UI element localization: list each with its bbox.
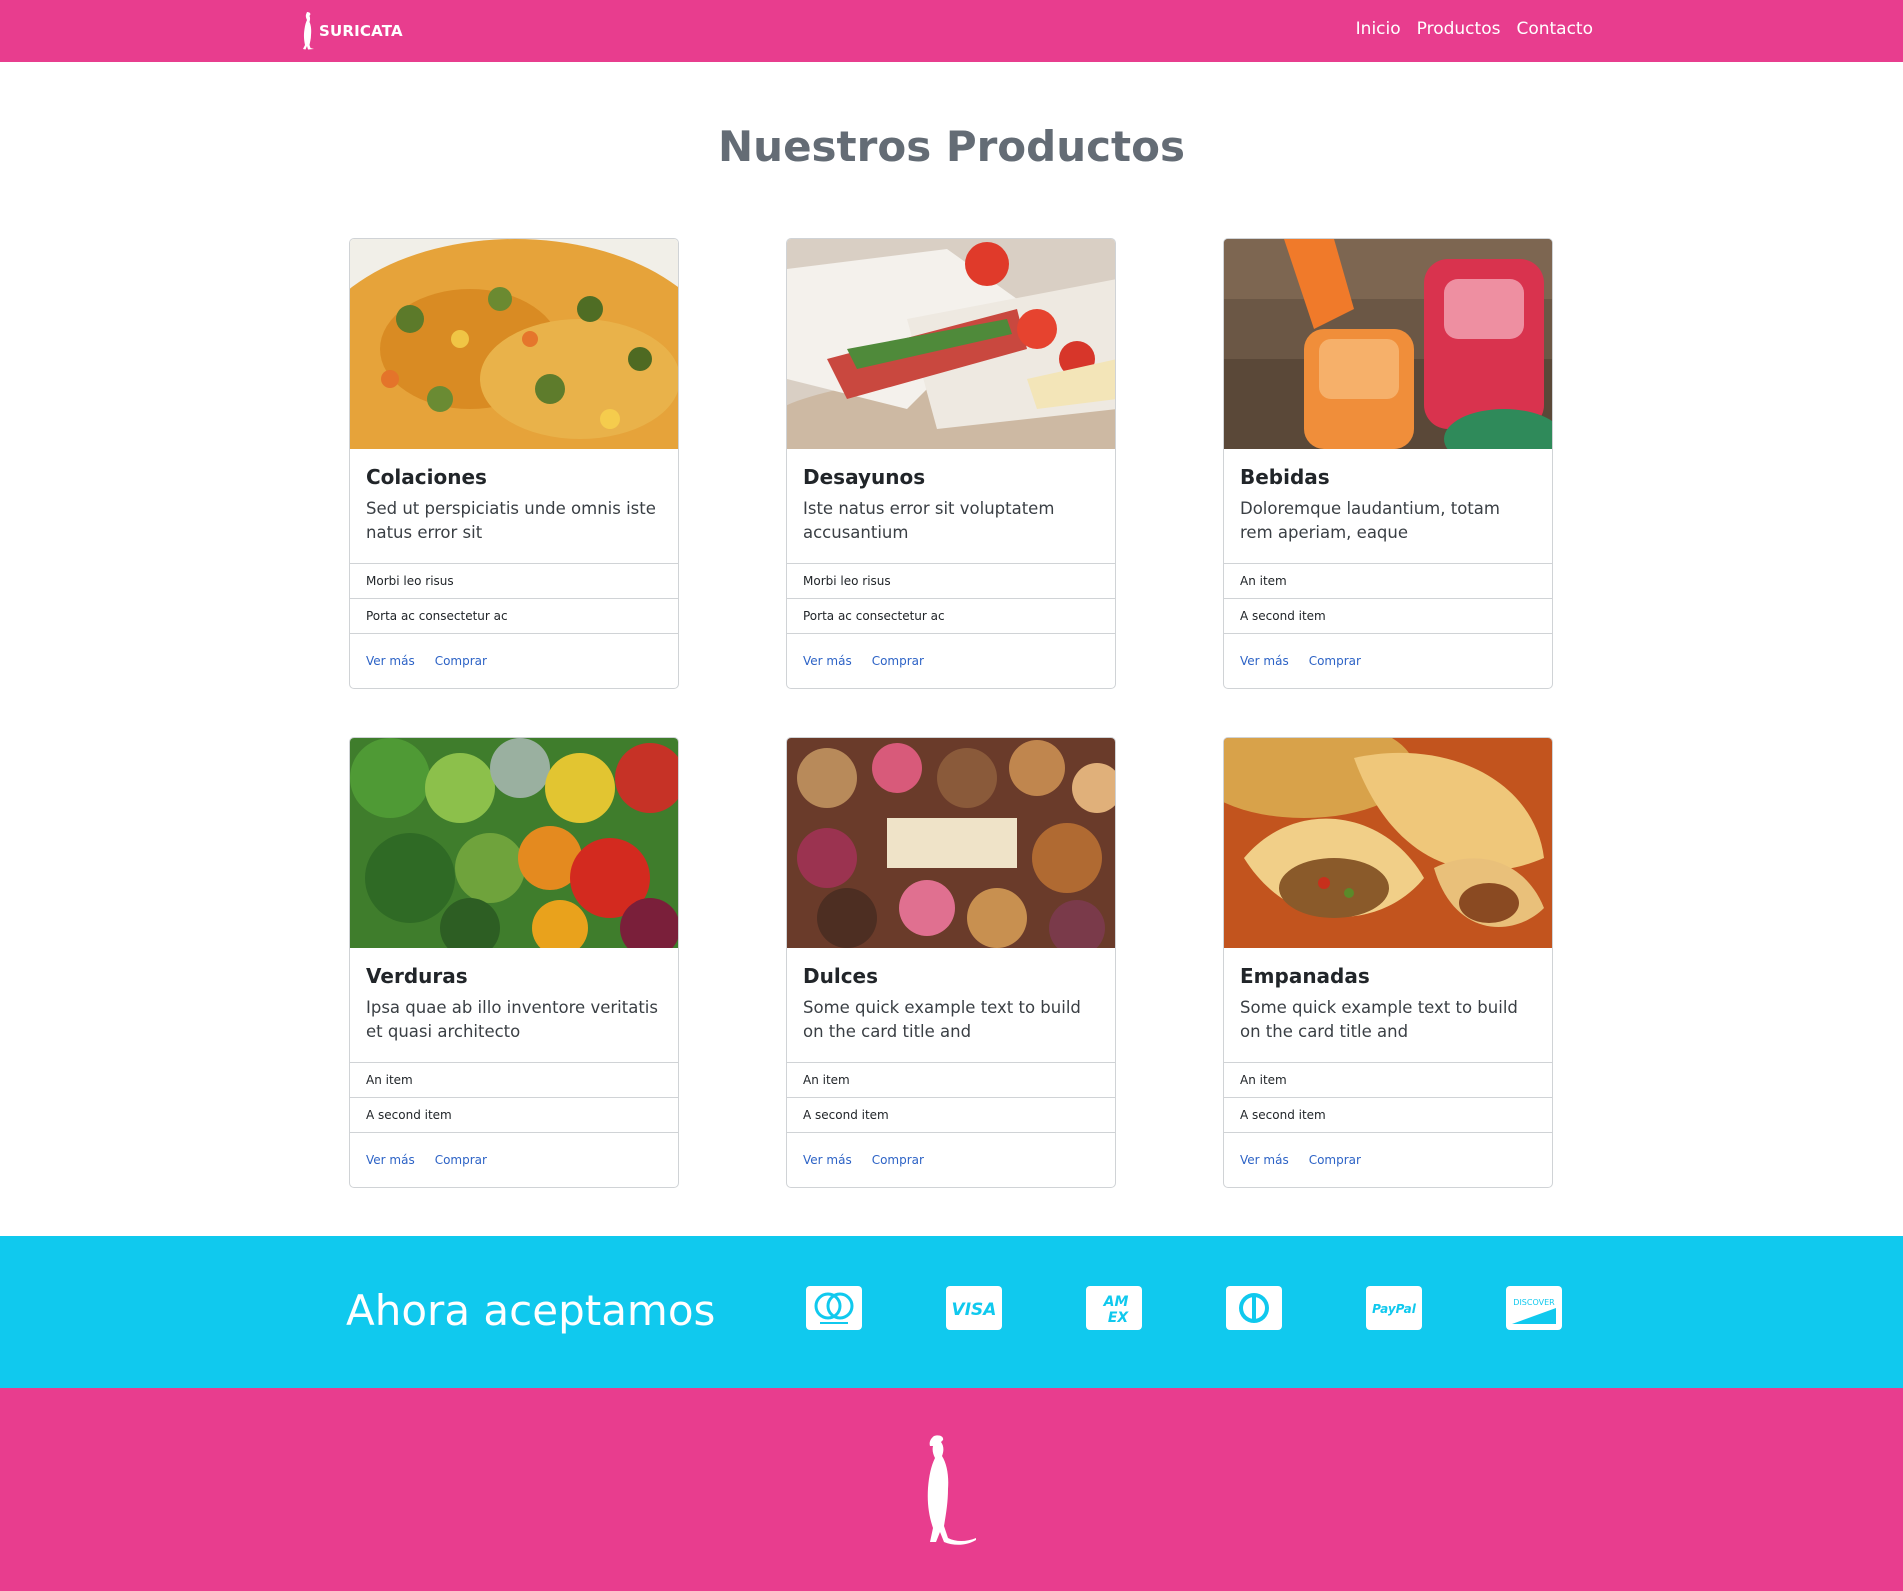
card-text: Some quick example text to build on the … [1240, 998, 1518, 1041]
card-title: Empanadas [1240, 964, 1370, 988]
list-item: Porta ac consectetur ac [350, 599, 678, 634]
mastercard-icon [806, 1286, 862, 1330]
page-title: Nuestros Productos [718, 122, 1185, 171]
comprar-link[interactable]: Comprar [1309, 1153, 1361, 1167]
card-text: Ipsa quae ab illo inventore veritatis et… [366, 998, 658, 1041]
svg-text:DISCOVER: DISCOVER [1513, 1298, 1555, 1307]
svg-text:PayPal: PayPal [1372, 1302, 1417, 1316]
ver-mas-link[interactable]: Ver más [366, 1153, 415, 1167]
list-item: An item [350, 1063, 678, 1098]
brand-logo[interactable]: SURICATA [302, 10, 403, 52]
payment-icons: VISA AM EX PayPal DISCOVER [806, 1286, 1562, 1330]
card-list: An item A second item [350, 1062, 678, 1133]
comprar-link[interactable]: Comprar [872, 654, 924, 668]
card-image-desayunos [787, 239, 1115, 449]
card-list: Morbi leo risus Porta ac consectetur ac [787, 563, 1115, 634]
visa-icon: VISA [946, 1286, 1002, 1330]
brand-name: SURICATA [319, 22, 403, 40]
product-card-bebidas: Bebidas Doloremque laudantium, totam rem… [1223, 238, 1553, 689]
list-item: An item [787, 1063, 1115, 1098]
ver-mas-link[interactable]: Ver más [366, 654, 415, 668]
nav-inicio[interactable]: Inicio [1356, 19, 1401, 39]
list-item: Morbi leo risus [350, 564, 678, 599]
list-item: A second item [350, 1098, 678, 1133]
ver-mas-link[interactable]: Ver más [1240, 1153, 1289, 1167]
list-item: A second item [1224, 599, 1552, 634]
card-image-bebidas [1224, 239, 1552, 449]
card-image-colaciones [350, 239, 678, 449]
comprar-link[interactable]: Comprar [1309, 654, 1361, 668]
card-title: Verduras [366, 964, 468, 988]
list-item: A second item [1224, 1098, 1552, 1133]
list-item: An item [1224, 564, 1552, 599]
nav-productos[interactable]: Productos [1417, 19, 1501, 39]
footer [0, 1388, 1903, 1591]
card-list: Morbi leo risus Porta ac consectetur ac [350, 563, 678, 634]
product-card-verduras: Verduras Ipsa quae ab illo inventore ver… [349, 737, 679, 1188]
meerkat-icon [303, 12, 314, 50]
list-item: An item [1224, 1063, 1552, 1098]
meerkat-icon [927, 1435, 976, 1545]
ver-mas-link[interactable]: Ver más [1240, 654, 1289, 668]
card-title: Desayunos [803, 465, 926, 489]
card-title: Colaciones [366, 465, 487, 489]
product-grid: Colaciones Sed ut perspiciatis unde omni… [349, 238, 1554, 1188]
card-text: Sed ut perspiciatis unde omnis iste natu… [366, 499, 656, 542]
list-item: Porta ac consectetur ac [787, 599, 1115, 634]
card-text: Doloremque laudantium, totam rem aperiam… [1240, 499, 1500, 542]
product-card-colaciones: Colaciones Sed ut perspiciatis unde omni… [349, 238, 679, 689]
product-card-dulces: Dulces Some quick example text to build … [786, 737, 1116, 1188]
card-list: An item A second item [1224, 1062, 1552, 1133]
card-image-empanadas [1224, 738, 1552, 948]
payments-title: Ahora aceptamos [346, 1286, 716, 1335]
card-list: An item A second item [787, 1062, 1115, 1133]
svg-text:VISA: VISA [952, 1300, 997, 1320]
card-image-verduras [350, 738, 678, 948]
comprar-link[interactable]: Comprar [872, 1153, 924, 1167]
diners-icon [1226, 1286, 1282, 1330]
paypal-icon: PayPal [1366, 1286, 1422, 1330]
card-title: Dulces [803, 964, 879, 988]
svg-text:EX: EX [1108, 1310, 1130, 1326]
discover-icon: DISCOVER [1506, 1286, 1562, 1330]
svg-text:AM: AM [1103, 1294, 1129, 1310]
comprar-link[interactable]: Comprar [435, 654, 487, 668]
amex-icon: AM EX [1086, 1286, 1142, 1330]
main-nav: Inicio Productos Contacto [1356, 19, 1593, 39]
navbar: SURICATA Inicio Productos Contacto [0, 0, 1903, 62]
list-item: A second item [787, 1098, 1115, 1133]
card-title: Bebidas [1240, 465, 1330, 489]
payments-section: Ahora aceptamos VISA AM EX PayPal DISCOV… [0, 1236, 1903, 1388]
card-list: An item A second item [1224, 563, 1552, 634]
nav-contacto[interactable]: Contacto [1516, 19, 1593, 39]
product-card-desayunos: Desayunos Iste natus error sit voluptate… [786, 238, 1116, 689]
card-text: Iste natus error sit voluptatem accusant… [803, 499, 1055, 542]
comprar-link[interactable]: Comprar [435, 1153, 487, 1167]
card-text: Some quick example text to build on the … [803, 998, 1081, 1041]
card-image-dulces [787, 738, 1115, 948]
ver-mas-link[interactable]: Ver más [803, 654, 852, 668]
list-item: Morbi leo risus [787, 564, 1115, 599]
product-card-empanadas: Empanadas Some quick example text to bui… [1223, 737, 1553, 1188]
ver-mas-link[interactable]: Ver más [803, 1153, 852, 1167]
